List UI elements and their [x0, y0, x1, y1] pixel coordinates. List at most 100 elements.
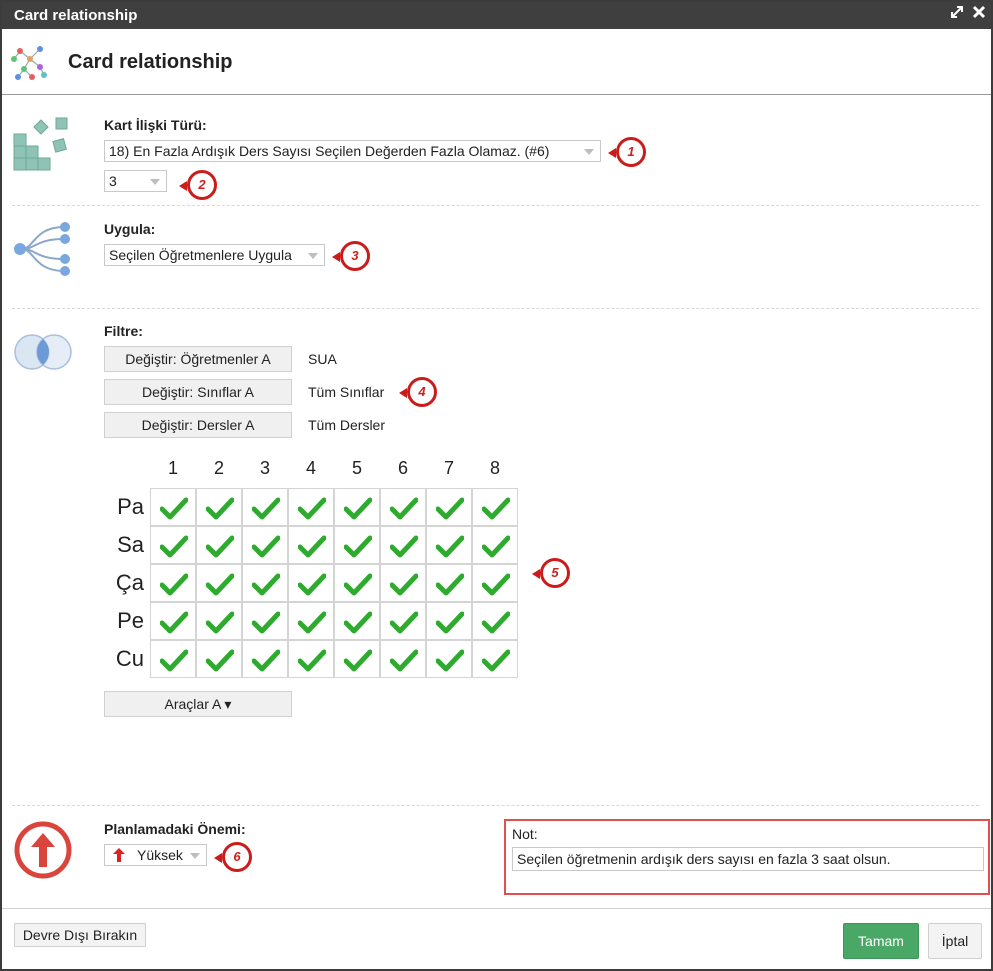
tree-branch-icon: [12, 217, 74, 282]
grid-cell[interactable]: [380, 640, 426, 678]
subjects-filter-value: Tüm Dersler: [308, 417, 386, 433]
grid-cell[interactable]: [288, 526, 334, 564]
checkmark-icon: [160, 497, 188, 520]
grid-cell[interactable]: [472, 526, 518, 564]
arrow-up-circle-icon: [12, 819, 74, 884]
grid-cell[interactable]: [334, 640, 380, 678]
note-panel: Not:: [504, 819, 990, 895]
maximize-icon[interactable]: [948, 5, 966, 23]
relation-type-select[interactable]: 18) En Fazla Ardışık Ders Sayısı Seçilen…: [104, 140, 601, 162]
checkmark-icon: [390, 649, 418, 672]
checkmark-icon: [436, 611, 464, 634]
chevron-down-icon: [308, 253, 318, 259]
checkmark-icon: [344, 497, 372, 520]
checkmark-icon: [344, 535, 372, 558]
note-input[interactable]: [512, 847, 984, 871]
grid-cell[interactable]: [288, 640, 334, 678]
checkmark-icon: [482, 649, 510, 672]
checkmark-icon: [390, 611, 418, 634]
grid-cell[interactable]: [242, 488, 288, 526]
grid-cell[interactable]: [288, 602, 334, 640]
grid-cell[interactable]: [426, 526, 472, 564]
checkmark-icon: [482, 497, 510, 520]
change-subjects-button[interactable]: Değiştir: Dersler A: [104, 412, 292, 438]
grid-cell[interactable]: [242, 640, 288, 678]
grid-cell[interactable]: [380, 602, 426, 640]
checkmark-icon: [390, 535, 418, 558]
page-title: Card relationship: [68, 51, 233, 73]
note-label: Not:: [512, 826, 538, 842]
grid-cell[interactable]: [196, 640, 242, 678]
apply-select[interactable]: Seçilen Öğretmenlere Uygula: [104, 244, 325, 266]
grid-cell[interactable]: [196, 526, 242, 564]
grid-column-header: 8: [489, 458, 500, 478]
apply-label: Uygula:: [104, 221, 156, 237]
teachers-filter-value: SUA: [308, 351, 337, 367]
checkmark-icon: [206, 573, 234, 596]
importance-select[interactable]: Yüksek: [104, 844, 207, 866]
grid-cell[interactable]: [242, 564, 288, 602]
checkmark-icon: [160, 649, 188, 672]
grid-cell[interactable]: [196, 488, 242, 526]
grid-cell[interactable]: [196, 602, 242, 640]
checkmark-icon: [206, 535, 234, 558]
grid-cell[interactable]: [288, 488, 334, 526]
relation-type-value: 18) En Fazla Ardışık Ders Sayısı Seçilen…: [109, 143, 550, 159]
card-relationship-dialog: Card relationship Card relationship Kart…: [0, 0, 993, 971]
grid-column-header: 3: [259, 458, 270, 478]
grid-cell[interactable]: [334, 602, 380, 640]
footer-divider: [2, 908, 991, 909]
change-classes-button[interactable]: Değiştir: Sınıflar A: [104, 379, 292, 405]
grid-cell[interactable]: [150, 564, 196, 602]
grid-cell[interactable]: [472, 640, 518, 678]
max-value-select[interactable]: 3: [104, 170, 167, 192]
relation-type-label: Kart İlişki Türü:: [104, 117, 207, 133]
disable-button[interactable]: Devre Dışı Bırakın: [14, 923, 146, 947]
chevron-down-icon: [150, 179, 160, 185]
tiles-icon: [12, 114, 72, 177]
checkmark-icon: [298, 535, 326, 558]
grid-cell[interactable]: [288, 564, 334, 602]
grid-cell[interactable]: [472, 564, 518, 602]
checkmark-icon: [344, 611, 372, 634]
change-teachers-button[interactable]: Değiştir: Öğretmenler A: [104, 346, 292, 372]
cancel-button[interactable]: İptal: [928, 923, 982, 959]
close-icon[interactable]: [970, 5, 988, 23]
grid-cell[interactable]: [150, 488, 196, 526]
grid-cell[interactable]: [472, 488, 518, 526]
section-divider: [12, 308, 979, 309]
grid-row-header: Pe: [117, 608, 144, 633]
window-titlebar[interactable]: Card relationship: [2, 2, 991, 29]
grid-cell[interactable]: [150, 640, 196, 678]
grid-cell[interactable]: [334, 564, 380, 602]
grid-cell[interactable]: [426, 564, 472, 602]
grid-cell[interactable]: [242, 602, 288, 640]
grid-cell[interactable]: [334, 488, 380, 526]
grid-cell[interactable]: [426, 488, 472, 526]
grid-cell[interactable]: [334, 526, 380, 564]
grid-cell[interactable]: [426, 640, 472, 678]
grid-column-header: 4: [305, 458, 316, 478]
ok-button[interactable]: Tamam: [843, 923, 919, 959]
checkmark-icon: [298, 497, 326, 520]
grid-cell[interactable]: [380, 526, 426, 564]
checkmark-icon: [298, 611, 326, 634]
tools-menu-button[interactable]: Araçlar A ▾: [104, 691, 292, 717]
grid-row-header: Sa: [117, 532, 144, 557]
checkmark-icon: [436, 497, 464, 520]
checkmark-icon: [482, 535, 510, 558]
dialog-header: Card relationship: [2, 29, 991, 95]
arrow-up-icon: [113, 848, 125, 865]
callout-badge-3: 3: [332, 241, 370, 271]
venn-circles-icon: [12, 332, 74, 375]
grid-cell[interactable]: [196, 564, 242, 602]
grid-cell[interactable]: [380, 488, 426, 526]
grid-cell[interactable]: [472, 602, 518, 640]
grid-cell[interactable]: [426, 602, 472, 640]
checkmark-icon: [344, 649, 372, 672]
checkmark-icon: [160, 535, 188, 558]
grid-cell[interactable]: [380, 564, 426, 602]
grid-cell[interactable]: [150, 602, 196, 640]
grid-cell[interactable]: [150, 526, 196, 564]
grid-cell[interactable]: [242, 526, 288, 564]
